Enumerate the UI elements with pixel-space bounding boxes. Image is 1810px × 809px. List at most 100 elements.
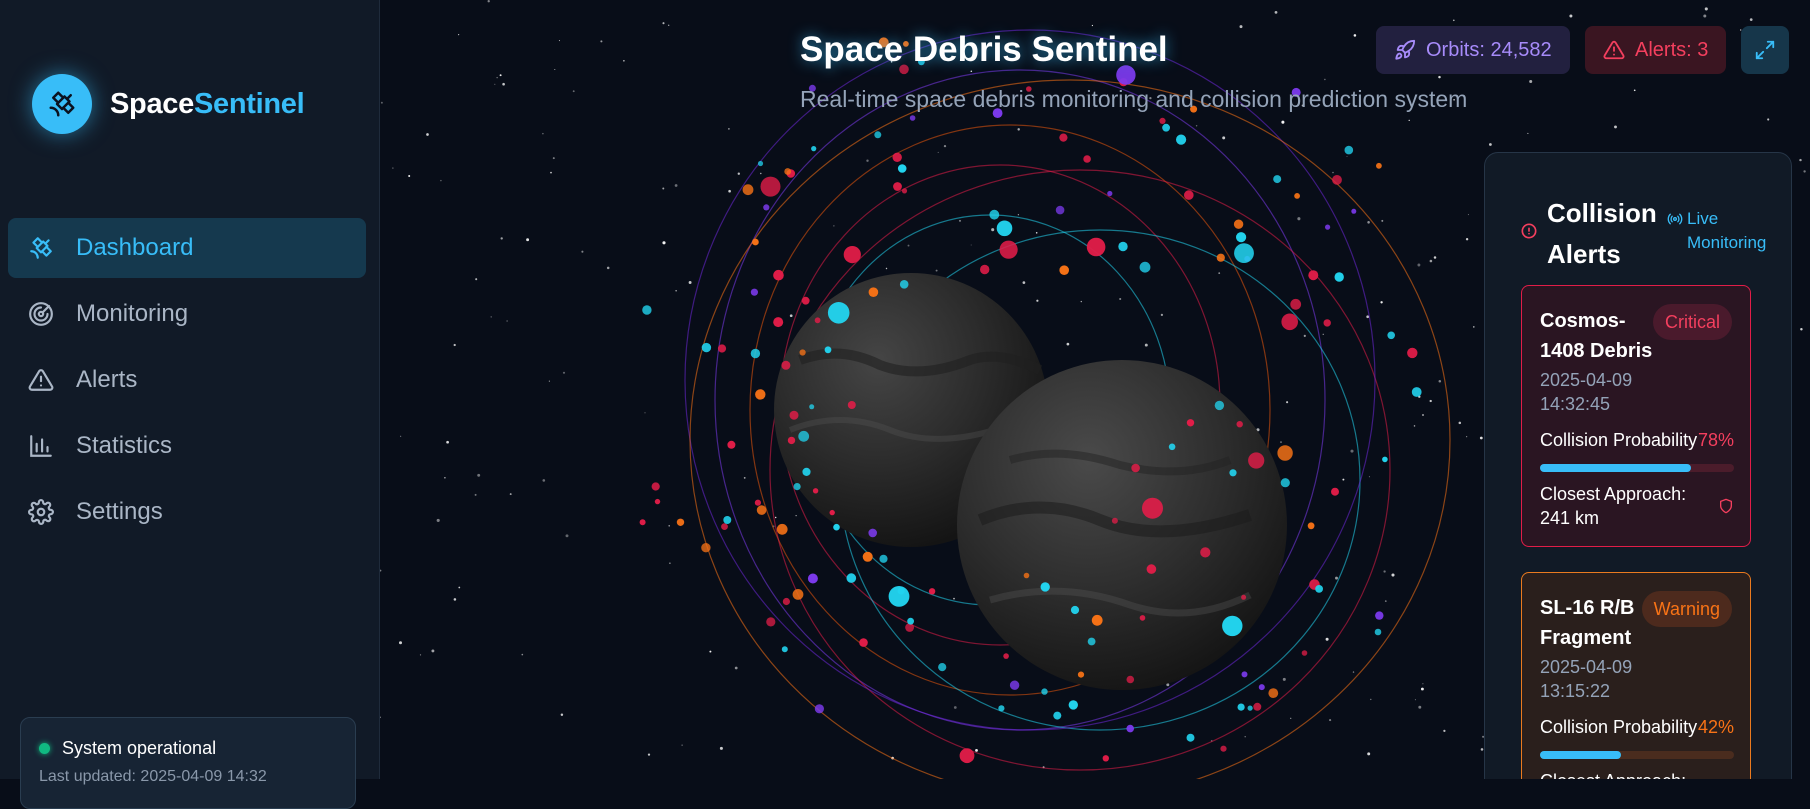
debris-object[interactable] bbox=[1087, 637, 1096, 646]
debris-object[interactable] bbox=[1214, 400, 1225, 411]
debris-object[interactable] bbox=[760, 176, 781, 197]
debris-object[interactable] bbox=[1247, 705, 1253, 711]
debris-object[interactable] bbox=[1159, 117, 1166, 124]
debris-object[interactable] bbox=[750, 288, 758, 296]
debris-object[interactable] bbox=[750, 348, 761, 359]
debris-object[interactable] bbox=[792, 589, 804, 600]
debris-object[interactable] bbox=[1222, 615, 1243, 637]
debris-object[interactable] bbox=[827, 302, 850, 324]
debris-object[interactable] bbox=[721, 523, 728, 530]
debris-object[interactable] bbox=[897, 164, 907, 173]
debris-object[interactable] bbox=[859, 638, 868, 647]
debris-object[interactable] bbox=[996, 220, 1013, 237]
debris-object[interactable] bbox=[1308, 270, 1319, 281]
debris-object[interactable] bbox=[1009, 680, 1020, 690]
debris-object[interactable] bbox=[1139, 261, 1151, 273]
debris-object[interactable] bbox=[1407, 347, 1418, 359]
debris-object[interactable] bbox=[1070, 605, 1080, 615]
debris-object[interactable] bbox=[833, 523, 840, 531]
debris-object[interactable] bbox=[1307, 522, 1315, 530]
debris-object[interactable] bbox=[763, 204, 770, 211]
debris-object[interactable] bbox=[1301, 650, 1308, 656]
debris-object[interactable] bbox=[807, 573, 818, 584]
debris-object[interactable] bbox=[1053, 711, 1062, 720]
debris-object[interactable] bbox=[773, 269, 784, 281]
debris-object[interactable] bbox=[784, 168, 792, 175]
debris-object[interactable] bbox=[892, 152, 902, 162]
debris-object[interactable] bbox=[1331, 487, 1339, 496]
debris-object[interactable] bbox=[1091, 614, 1103, 626]
debris-object[interactable] bbox=[959, 748, 975, 764]
debris-object[interactable] bbox=[1059, 265, 1069, 276]
debris-object[interactable] bbox=[1233, 219, 1244, 229]
debris-object[interactable] bbox=[801, 296, 810, 305]
debris-object[interactable] bbox=[980, 264, 990, 275]
debris-object[interactable] bbox=[1315, 585, 1323, 593]
debris-object[interactable] bbox=[1236, 232, 1247, 243]
debris-object[interactable] bbox=[1374, 628, 1382, 636]
debris-object[interactable] bbox=[1248, 452, 1265, 469]
debris-object[interactable] bbox=[1186, 419, 1195, 427]
debris-object[interactable] bbox=[1332, 175, 1342, 185]
nav-item-dashboard[interactable]: Dashboard bbox=[8, 218, 366, 278]
debris-object[interactable] bbox=[1068, 700, 1078, 710]
debris-object[interactable] bbox=[928, 588, 936, 595]
debris-object[interactable] bbox=[1162, 123, 1170, 132]
debris-object[interactable] bbox=[756, 505, 767, 515]
debris-object[interactable] bbox=[1041, 688, 1048, 695]
debris-object[interactable] bbox=[1118, 241, 1128, 252]
debris-object[interactable] bbox=[1290, 298, 1302, 310]
debris-object[interactable] bbox=[899, 280, 909, 289]
debris-object[interactable] bbox=[1186, 733, 1195, 742]
debris-object[interactable] bbox=[868, 528, 877, 538]
debris-object[interactable] bbox=[897, 587, 905, 595]
nav-item-alerts[interactable]: Alerts bbox=[8, 350, 366, 410]
debris-object[interactable] bbox=[1294, 193, 1300, 199]
debris-object[interactable] bbox=[1126, 675, 1135, 684]
debris-object[interactable] bbox=[1131, 463, 1140, 473]
debris-object[interactable] bbox=[757, 160, 764, 167]
debris-object[interactable] bbox=[1107, 190, 1113, 197]
debris-object[interactable] bbox=[1184, 190, 1194, 200]
debris-object[interactable] bbox=[1059, 133, 1068, 142]
debris-object[interactable] bbox=[1077, 671, 1085, 678]
debris-object[interactable] bbox=[799, 349, 806, 356]
debris-object[interactable] bbox=[1055, 205, 1065, 215]
debris-object[interactable] bbox=[1200, 547, 1211, 558]
debris-object[interactable] bbox=[1142, 497, 1163, 519]
debris-object[interactable] bbox=[1375, 611, 1384, 620]
debris-object[interactable] bbox=[781, 360, 791, 370]
debris-object[interactable] bbox=[1376, 162, 1382, 169]
debris-object[interactable] bbox=[1241, 594, 1247, 600]
debris-object[interactable] bbox=[701, 342, 712, 353]
debris-object[interactable] bbox=[843, 246, 861, 264]
debris-object[interactable] bbox=[639, 519, 646, 526]
debris-object[interactable] bbox=[1139, 615, 1146, 621]
debris-object[interactable] bbox=[1040, 582, 1050, 592]
debris-object[interactable] bbox=[1234, 243, 1254, 263]
debris-object[interactable] bbox=[1111, 517, 1118, 524]
debris-object[interactable] bbox=[812, 488, 819, 494]
brand[interactable]: SpaceSentinel bbox=[32, 74, 305, 134]
debris-object[interactable] bbox=[938, 663, 947, 672]
debris-object[interactable] bbox=[1176, 134, 1187, 145]
debris-object[interactable] bbox=[1229, 469, 1237, 477]
debris-object[interactable] bbox=[802, 467, 811, 476]
debris-object[interactable] bbox=[1083, 155, 1091, 163]
debris-object[interactable] bbox=[781, 646, 788, 653]
debris-object[interactable] bbox=[1268, 688, 1279, 698]
debris-object[interactable] bbox=[814, 704, 824, 714]
debris-object[interactable] bbox=[654, 498, 661, 505]
debris-object[interactable] bbox=[1126, 724, 1134, 733]
debris-object[interactable] bbox=[989, 209, 1000, 220]
debris-object[interactable] bbox=[1334, 272, 1344, 282]
debris-object[interactable] bbox=[901, 188, 908, 194]
debris-object[interactable] bbox=[754, 499, 761, 506]
alert-card[interactable]: SL-16 R/B Fragment Warning 2025-04-09 13… bbox=[1521, 572, 1751, 779]
debris-object[interactable] bbox=[1344, 145, 1354, 155]
debris-object[interactable] bbox=[1003, 653, 1009, 659]
debris-object[interactable] bbox=[782, 597, 790, 606]
debris-object[interactable] bbox=[1237, 703, 1245, 711]
debris-object[interactable] bbox=[1323, 319, 1331, 327]
debris-object[interactable] bbox=[776, 523, 788, 535]
